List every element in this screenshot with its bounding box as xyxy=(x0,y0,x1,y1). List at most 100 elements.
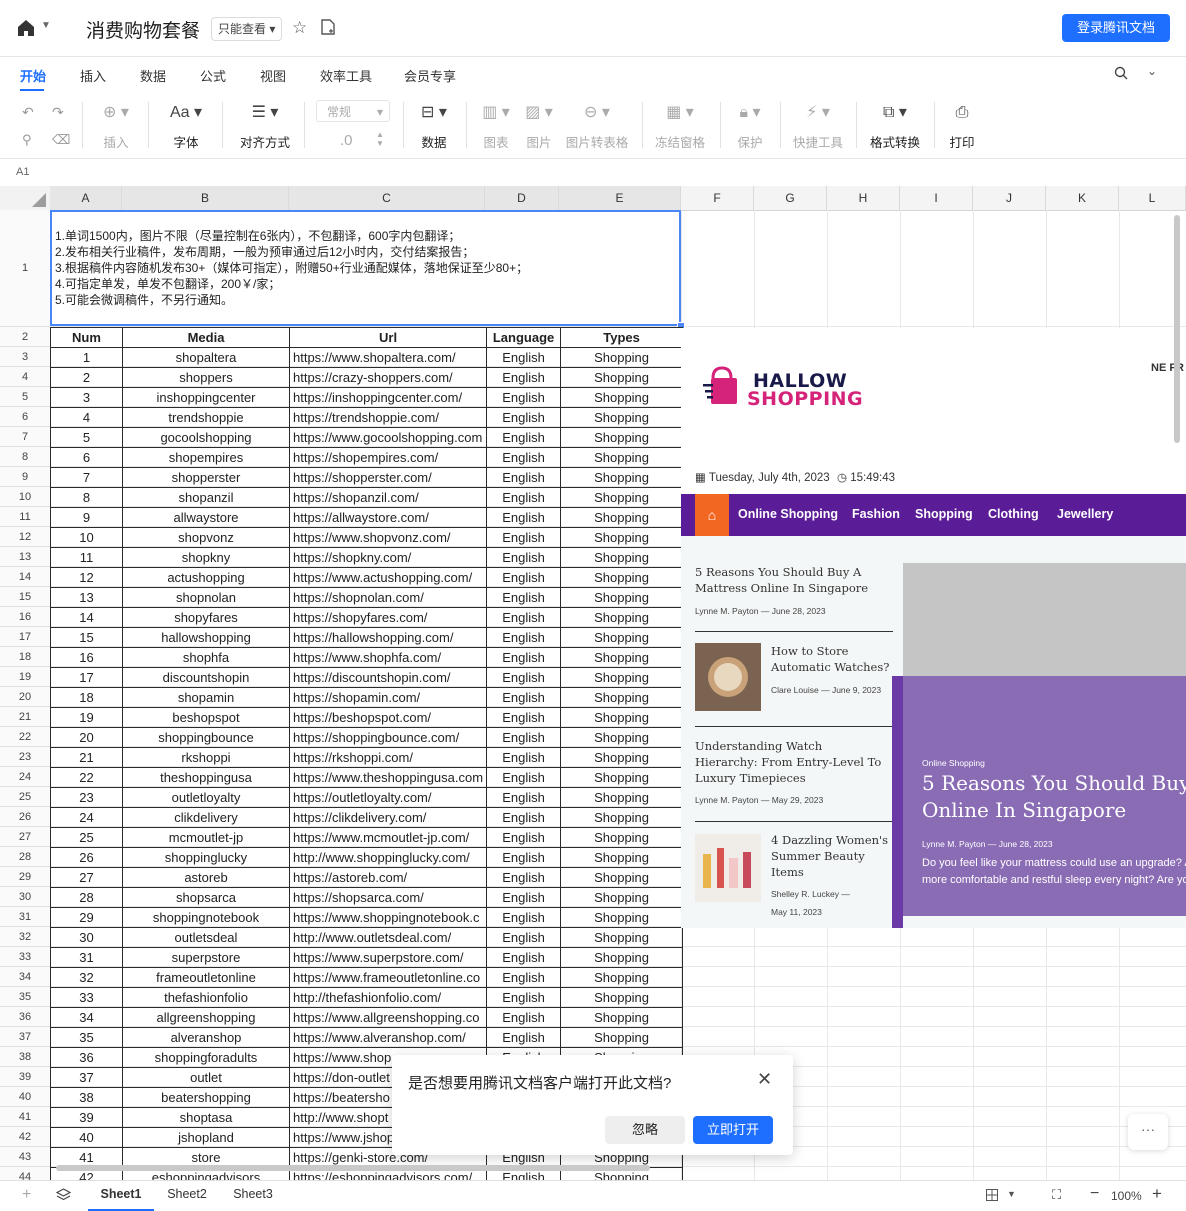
cell-media[interactable]: hallowshopping xyxy=(122,627,290,648)
readonly-badge[interactable]: 只能查看 ▾ xyxy=(211,17,283,41)
cell-num[interactable]: 37 xyxy=(50,1067,123,1088)
grid-view-icon[interactable] xyxy=(986,1189,998,1201)
cell-num[interactable]: 40 xyxy=(50,1127,123,1148)
tab-formula[interactable]: 公式 xyxy=(200,66,226,85)
row-header[interactable]: 33 xyxy=(0,947,50,967)
cell-url[interactable]: https://crazy-shoppers.com/ xyxy=(288,367,488,388)
cell-media[interactable]: shoppingbounce xyxy=(122,727,290,748)
row-header[interactable]: 24 xyxy=(0,767,50,787)
cell-language[interactable]: English xyxy=(486,967,562,988)
row-header[interactable]: 19 xyxy=(0,667,50,687)
cell-types[interactable]: Shopping xyxy=(560,607,684,628)
cell-media[interactable]: shopaltera xyxy=(122,347,290,368)
cell-num[interactable]: 3 xyxy=(50,387,123,408)
eraser-icon[interactable]: ⌫ xyxy=(52,132,70,148)
font-button[interactable]: Aa ▾ 字体 xyxy=(166,92,206,158)
cell-num[interactable]: 21 xyxy=(50,747,123,768)
row-header[interactable]: 37 xyxy=(0,1027,50,1047)
cell-types[interactable]: Shopping xyxy=(560,667,684,688)
row-header[interactable]: 7 xyxy=(0,427,50,447)
cell-media[interactable]: trendshoppie xyxy=(122,407,290,428)
cell-num[interactable]: 30 xyxy=(50,927,123,948)
cell-url[interactable]: https://www.gocoolshopping.com xyxy=(288,427,488,448)
cell-language[interactable]: English xyxy=(486,867,562,888)
cell-types[interactable]: Shopping xyxy=(560,527,684,548)
protect-button[interactable]: 🔒︎ ▾ 保护 xyxy=(730,92,770,158)
row-header[interactable]: 35 xyxy=(0,987,50,1007)
cell-language[interactable]: English xyxy=(486,407,562,428)
cell-types[interactable]: Shopping xyxy=(560,927,684,948)
cell-language[interactable]: English xyxy=(486,447,562,468)
redo-icon[interactable]: ↷ xyxy=(52,104,64,121)
row-header[interactable]: 3 xyxy=(0,347,50,367)
cell-media[interactable]: clikdelivery xyxy=(122,807,290,828)
cell-media[interactable]: shoppingforadults xyxy=(122,1047,290,1068)
row-header[interactable]: 23 xyxy=(0,747,50,767)
column-header-l[interactable]: L xyxy=(1119,186,1186,210)
cell-language[interactable]: English xyxy=(486,567,562,588)
cell-num[interactable]: 4 xyxy=(50,407,123,428)
row-header[interactable]: 38 xyxy=(0,1047,50,1067)
column-header-d[interactable]: D xyxy=(485,186,559,210)
ignore-button[interactable]: 忽略 xyxy=(605,1116,685,1144)
row-header[interactable]: 21 xyxy=(0,707,50,727)
cell-types[interactable]: Shopping xyxy=(560,467,684,488)
cell-language[interactable]: English xyxy=(486,367,562,388)
cell-language[interactable]: English xyxy=(486,847,562,868)
cell-types[interactable]: Shopping xyxy=(560,507,684,528)
row-header[interactable]: 31 xyxy=(0,907,50,927)
tab-member[interactable]: 会员专享 xyxy=(404,66,456,85)
cell-url[interactable]: https://clikdelivery.com/ xyxy=(288,807,488,828)
cell-language[interactable]: English xyxy=(486,627,562,648)
cell-language[interactable]: English xyxy=(486,647,562,668)
cell-num[interactable]: 36 xyxy=(50,1047,123,1068)
website-screenshot-image[interactable]: HALLOW SHOPPING NE FR ▦ Tuesday, July 4t… xyxy=(681,328,1186,928)
cell-media[interactable]: alveranshop xyxy=(122,1027,290,1048)
chart-button[interactable]: ▥ ▾ 图表 xyxy=(476,92,516,158)
cell-url[interactable]: https://shoppingbounce.com/ xyxy=(288,727,488,748)
cell-url[interactable]: https://www.shophfa.com/ xyxy=(288,647,488,668)
cell-language[interactable]: English xyxy=(486,947,562,968)
tab-start[interactable]: 开始 xyxy=(20,66,46,85)
cell-url[interactable]: https://www.shopvonz.com/ xyxy=(288,527,488,548)
cell-url[interactable]: https://beshopspot.com/ xyxy=(288,707,488,728)
fit-screen-icon[interactable]: ⛶ xyxy=(1052,1187,1061,1203)
cell-media[interactable]: shophfa xyxy=(122,647,290,668)
cell-url[interactable]: https://discountshopin.com/ xyxy=(288,667,488,688)
format-painter-icon[interactable]: ⚲ xyxy=(22,132,32,148)
cell-url[interactable]: https://www.mcmoutlet-jp.com/ xyxy=(288,827,488,848)
print-button[interactable]: ⎙ 打印 xyxy=(944,92,980,158)
cell-media[interactable]: shoppers xyxy=(122,367,290,388)
row-header[interactable]: 8 xyxy=(0,447,50,467)
horizontal-scrollbar[interactable] xyxy=(56,1165,650,1171)
zoom-out-icon[interactable]: − xyxy=(1090,1185,1099,1203)
cell-media[interactable]: jshopland xyxy=(122,1127,290,1148)
cell-types[interactable]: Shopping xyxy=(560,987,684,1008)
cell-url[interactable]: https://shopempires.com/ xyxy=(288,447,488,468)
chevron-down-icon[interactable]: ▼ xyxy=(1007,1189,1016,1199)
cell-types[interactable]: Shopping xyxy=(560,547,684,568)
cell-language[interactable]: English xyxy=(486,727,562,748)
cell-media[interactable]: shopnolan xyxy=(122,587,290,608)
cell-types[interactable]: Shopping xyxy=(560,767,684,788)
cell-url[interactable]: https://www.frameoutletonline.co xyxy=(288,967,488,988)
cell-num[interactable]: 22 xyxy=(50,767,123,788)
row-header[interactable]: 30 xyxy=(0,887,50,907)
close-icon[interactable]: ✕ xyxy=(757,1069,772,1090)
cell-url[interactable]: http://www.shoppinglucky.com/ xyxy=(288,847,488,868)
cell-types[interactable]: Shopping xyxy=(560,787,684,808)
cell-url[interactable]: https://www.superpstore.com/ xyxy=(288,947,488,968)
cell-url[interactable]: https://www.shopaltera.com/ xyxy=(288,347,488,368)
cell-media[interactable]: frameoutletonline xyxy=(122,967,290,988)
cell-media[interactable]: superpstore xyxy=(122,947,290,968)
cell-media[interactable]: thefashionfolio xyxy=(122,987,290,1008)
cell-types[interactable]: Shopping xyxy=(560,847,684,868)
cell-types[interactable]: Shopping xyxy=(560,387,684,408)
cell-media[interactable]: outletloyalty xyxy=(122,787,290,808)
more-options-button[interactable]: ··· xyxy=(1128,1114,1168,1150)
data-button[interactable]: ⊟ ▾ 数据 xyxy=(414,92,454,158)
cell-types[interactable]: Shopping xyxy=(560,627,684,648)
cell-types[interactable]: Shopping xyxy=(560,747,684,768)
cell-media[interactable]: shopsarca xyxy=(122,887,290,908)
column-header-e[interactable]: E xyxy=(559,186,681,210)
